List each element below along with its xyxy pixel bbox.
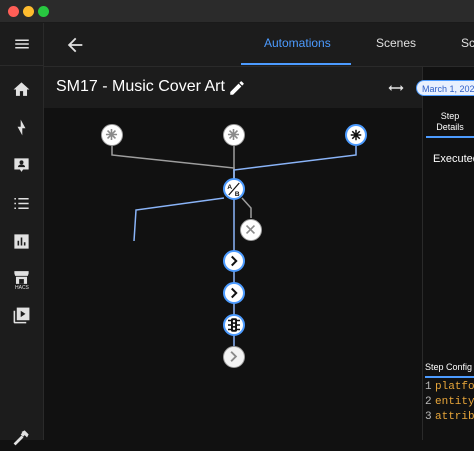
- trigger-icon: [105, 128, 118, 141]
- line-number: 2: [425, 396, 432, 408]
- chevron-right-icon: [231, 287, 238, 299]
- chevron-right-icon: [230, 351, 238, 362]
- sidebar: HACS: [0, 23, 44, 446]
- page-title: SM17 - Music Cover Art: [56, 78, 225, 95]
- account-box-icon: [14, 158, 29, 172]
- hammer-icon: [13, 430, 29, 446]
- home-icon: [13, 82, 30, 96]
- code-line: 3attribute: [425, 410, 474, 425]
- action-node[interactable]: [223, 250, 245, 272]
- trace-graph[interactable]: AB: [44, 108, 422, 440]
- trigger-node[interactable]: [223, 124, 245, 146]
- chart-icon: [14, 234, 29, 249]
- trace-header: SM17 - Music Cover Art: [44, 67, 422, 108]
- action-node-not-run[interactable]: [223, 346, 245, 368]
- sidebar-item-media[interactable]: [0, 301, 43, 329]
- active-tab-indicator: [241, 63, 351, 65]
- back-button[interactable]: [64, 34, 86, 56]
- trigger-icon: [350, 129, 362, 141]
- window-titlebar: [0, 0, 474, 23]
- sidebar-item-history[interactable]: [0, 227, 43, 255]
- tab-step-details[interactable]: Step Details: [426, 111, 474, 133]
- trigger-node[interactable]: [101, 124, 123, 146]
- sidebar-menu-button[interactable]: [0, 23, 43, 66]
- trigger-node-active[interactable]: [345, 124, 367, 146]
- step-tab-line2: Details: [436, 122, 464, 132]
- arrow-left-icon: [67, 37, 83, 53]
- step-tab-indicator: [426, 136, 474, 138]
- arrow-expand-horizontal-icon: [388, 85, 404, 91]
- close-window-button[interactable]: [8, 6, 19, 17]
- top-app-bar: Automations Scenes Sc: [44, 23, 474, 67]
- tab-scenes[interactable]: Scenes: [376, 23, 416, 66]
- svg-text:B: B: [235, 191, 240, 198]
- menu-icon: [15, 39, 29, 49]
- close-icon: [245, 224, 256, 235]
- graph-connectors: [111, 146, 357, 346]
- chevron-right-icon: [231, 255, 238, 267]
- line-number: 1: [425, 381, 432, 393]
- action-node[interactable]: [223, 282, 245, 304]
- list-icon: [14, 197, 29, 210]
- lightning-icon: [17, 119, 26, 136]
- tab-automations[interactable]: Automations: [264, 23, 331, 66]
- sidebar-item-hacs[interactable]: HACS: [0, 263, 43, 293]
- minimize-window-button[interactable]: [23, 6, 34, 17]
- sidebar-item-overview[interactable]: [0, 75, 43, 103]
- choose-node[interactable]: AB: [223, 178, 245, 200]
- code-text: attribute: [435, 411, 474, 423]
- edit-name-button[interactable]: [228, 79, 246, 97]
- trace-date-select[interactable]: March 1, 2023: [416, 80, 474, 96]
- code-line: 1platform: [425, 380, 474, 395]
- choose-ab-icon: AB: [227, 182, 240, 198]
- trigger-icon: [227, 128, 240, 141]
- tab-step-config[interactable]: Step Config: [425, 362, 474, 378]
- line-number: 3: [425, 411, 432, 423]
- sidebar-item-developer-tools[interactable]: [0, 423, 43, 451]
- executed-text: Executed: [433, 153, 474, 165]
- hacs-badge-label: HACS: [15, 285, 29, 291]
- zoom-window-button[interactable]: [38, 6, 49, 17]
- code-text: entity_id: [435, 396, 474, 408]
- sidebar-item-energy[interactable]: [0, 113, 43, 141]
- sidebar-item-todo[interactable]: [0, 189, 43, 217]
- media-play-icon: [13, 307, 30, 324]
- pencil-icon: [230, 81, 244, 95]
- sidebar-item-logbook[interactable]: [0, 151, 43, 179]
- code-text: platform: [435, 381, 474, 393]
- traffic-light-icon: [228, 318, 240, 332]
- not-run-node[interactable]: [240, 219, 262, 241]
- code-line: 2entity_id: [425, 395, 474, 410]
- tab-scripts[interactable]: Sc: [461, 23, 474, 66]
- svg-text:A: A: [227, 184, 232, 191]
- step-tab-line1: Step: [440, 111, 460, 121]
- expand-layout-button[interactable]: [386, 79, 406, 97]
- step-config-code: 1platform 2entity_id 3attribute: [425, 380, 474, 440]
- condition-node[interactable]: [223, 314, 245, 336]
